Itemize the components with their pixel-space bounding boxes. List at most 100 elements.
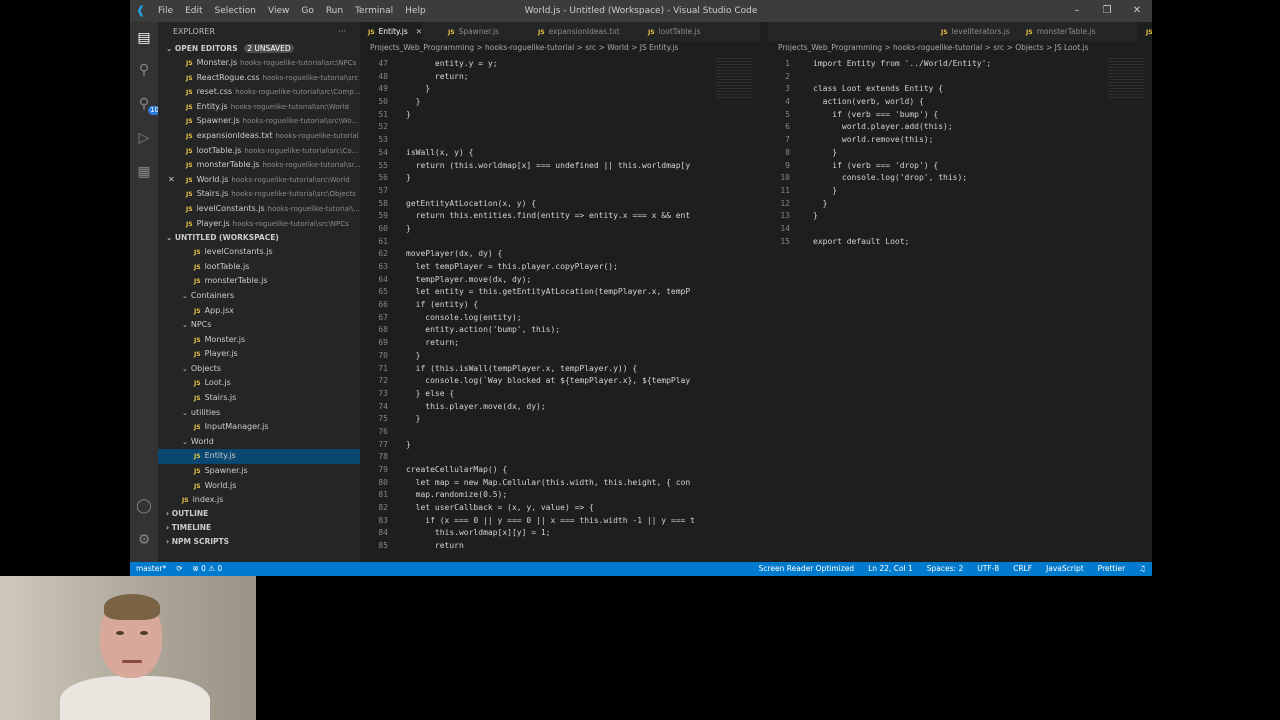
tree-file[interactable]: JS App.jsx [158,304,360,319]
file-tree: JS levelConstants.js JS lootTable.js JS monst… [158,245,360,507]
code-text: action(verb, world) { [813,97,924,107]
js-file-icon: JS [194,453,201,461]
tree-file[interactable]: JS Stairs.js [158,391,360,406]
editor-tab[interactable]: JS lootTable.js [640,22,701,41]
close-icon[interactable]: ✕ [416,27,422,36]
indentation[interactable]: Spaces: 2 [927,562,963,576]
editor-tab[interactable]: JS levelIterators.js [933,22,1010,41]
settings-gear-icon[interactable]: ⚙ [134,530,154,550]
account-icon[interactable]: ◯ [134,496,154,516]
language-mode[interactable]: JavaScript [1046,562,1084,576]
code-line: 8 } [768,147,1152,160]
cursor-position[interactable]: Ln 22, Col 1 [868,562,913,576]
tree-folder[interactable]: ⌄ Containers [158,289,360,304]
close-icon[interactable]: ✕ [168,173,175,188]
left-breadcrumb[interactable]: Projects_Web_Programming > hooks-rogueli… [360,41,760,55]
line-number: 55 [378,160,388,170]
line-number: 50 [378,97,388,107]
open-editor-item[interactable]: JS reset.css hooks-roguelike-tutorial\src\… [158,85,360,100]
open-editor-item[interactable]: JS expansionIdeas.txt hooks-roguelike-tuto… [158,129,360,144]
tab-label: Entity.js [378,27,408,36]
open-editor-item[interactable]: JS Entity.js hooks-roguelike-tutorial\src\… [158,100,360,115]
tree-folder[interactable]: ⌄ World [158,435,360,450]
left-minimap[interactable] [716,58,752,98]
run-debug-icon[interactable]: ▷ [134,128,154,148]
tree-file[interactable]: JS Loot.js [158,376,360,391]
editor-tab[interactable]: JS Spawner.js [440,22,499,41]
editor-tab[interactable]: JS expansionIdeas.txt [530,22,620,41]
code-text: return this.entities.find(entity => enti… [406,211,691,221]
notifications-bell-icon[interactable]: ♫ [1139,562,1146,576]
formatter[interactable]: Prettier [1098,562,1126,576]
editor-tab[interactable]: JS Entity.js ✕ [360,22,423,41]
editor-tab[interactable]: JSLoot.js✕ [1138,22,1152,41]
open-editor-item[interactable]: JS Spawner.js hooks-roguelike-tutorial\src… [158,114,360,129]
tree-file[interactable]: JS Player.js [158,347,360,362]
code-line: 59 return this.entities.find(entity => e… [360,210,760,223]
code-line: 9 if (verb === 'drop') { [768,160,1152,173]
left-code-editor[interactable]: 47 entity.y = y; 48 return; 49 } 50 } 51} 52 5… [360,58,760,553]
code-text: return; [406,338,459,348]
line-number: 53 [378,135,388,145]
tree-file[interactable]: JS World.js [158,479,360,494]
code-line: 48 return; [360,71,760,84]
right-breadcrumb[interactable]: Projects_Web_Programming > hooks-rogueli… [768,41,1152,55]
tree-folder[interactable]: ⌄ Objects [158,362,360,377]
tree-item-name: Monster.js [204,334,246,344]
code-line: 53 [360,134,760,147]
tree-file[interactable]: JS Monster.js [158,333,360,348]
code-text: if (verb === 'drop') { [813,160,939,170]
open-editor-item[interactable]: JS ReactRogue.css hooks-roguelike-tutorial… [158,71,360,86]
maximize-button[interactable]: ❐ [1092,0,1122,22]
extensions-icon[interactable]: ▦ [134,162,154,182]
code-line: 84 this.worldmap[x][y] = 1; [360,527,760,540]
workspace-header[interactable]: ⌄ UNTITLED (WORKSPACE) [158,231,360,245]
encoding[interactable]: UTF-8 [977,562,999,576]
open-editor-item[interactable]: JS Monster.js hooks-roguelike-tutorial\src… [158,56,360,71]
right-minimap[interactable] [1108,58,1144,98]
code-text: if (entity) { [406,300,479,310]
editor-tab[interactable]: JS monsterTable.js [1018,22,1096,41]
open-editor-item[interactable]: JS lootTable.js hooks-roguelike-tutorial\s… [158,144,360,159]
right-code-editor[interactable]: 1 import Entity from '../World/Entity'; 2 3… [768,58,1152,248]
npm-scripts-header[interactable]: › NPM SCRIPTS [158,535,360,549]
tree-file[interactable]: JS Spawner.js [158,464,360,479]
tree-file[interactable]: JS index.js [158,493,360,507]
screen-reader-status[interactable]: Screen Reader Optimized [759,562,855,576]
problems-indicator[interactable]: ⊗ 0 ⚠ 0 [193,562,223,576]
close-window-button[interactable]: ✕ [1122,0,1152,22]
tree-item-name: levelConstants.js [204,247,273,257]
js-file-icon: JS [194,468,201,476]
search-icon[interactable]: ⚲ [134,60,154,80]
tree-folder[interactable]: ⌄ NPCs [158,318,360,333]
tree-file[interactable]: JS InputManager.js [158,420,360,435]
open-editors-header[interactable]: ⌄ OPEN EDITORS 2 UNSAVED [158,42,360,56]
more-actions-icon[interactable]: ··· [338,22,346,42]
outline-header[interactable]: › OUTLINE [158,507,360,521]
tree-item-name: Stairs.js [204,393,237,403]
tree-folder[interactable]: ⌄ utilities [158,406,360,421]
code-line: 80 let map = new Map.Cellular(this.width… [360,477,760,490]
explorer-icon[interactable]: ▤ [134,28,154,48]
tree-file[interactable]: JS lootTable.js [158,260,360,275]
tree-file[interactable]: JS levelConstants.js [158,245,360,260]
open-editor-item[interactable]: JS Player.js hooks-roguelike-tutorial\src\… [158,217,360,232]
source-control-icon[interactable]: ⚲ 10 [134,94,161,115]
line-ending[interactable]: CRLF [1013,562,1032,576]
tree-file[interactable]: JS monsterTable.js [158,274,360,289]
line-number: 9 [785,160,790,170]
tree-file[interactable]: JS Entity.js [158,449,360,465]
timeline-header[interactable]: › TIMELINE [158,521,360,535]
minimize-button[interactable]: – [1062,0,1092,22]
open-editor-item[interactable]: JS Stairs.js hooks-roguelike-tutorial\src\… [158,187,360,202]
sync-icon[interactable]: ⟳ [176,562,182,576]
chevron-down-icon: ⌄ [182,437,188,446]
open-editor-item[interactable]: JS monsterTable.js hooks-roguelike-tutoria… [158,158,360,173]
code-text: return (this.worldmap[x] === undefined |… [406,160,691,170]
code-line: 70 } [360,350,760,363]
code-line: 2 [768,71,1152,84]
code-line: 57 [360,185,760,198]
open-editor-item[interactable]: JS levelConstants.js hooks-roguelike-tutor… [158,202,360,217]
git-branch[interactable]: master* [136,562,166,576]
open-editor-item[interactable]: ✕ JS World.js hooks-roguelike-tutorial\src\… [158,173,360,188]
